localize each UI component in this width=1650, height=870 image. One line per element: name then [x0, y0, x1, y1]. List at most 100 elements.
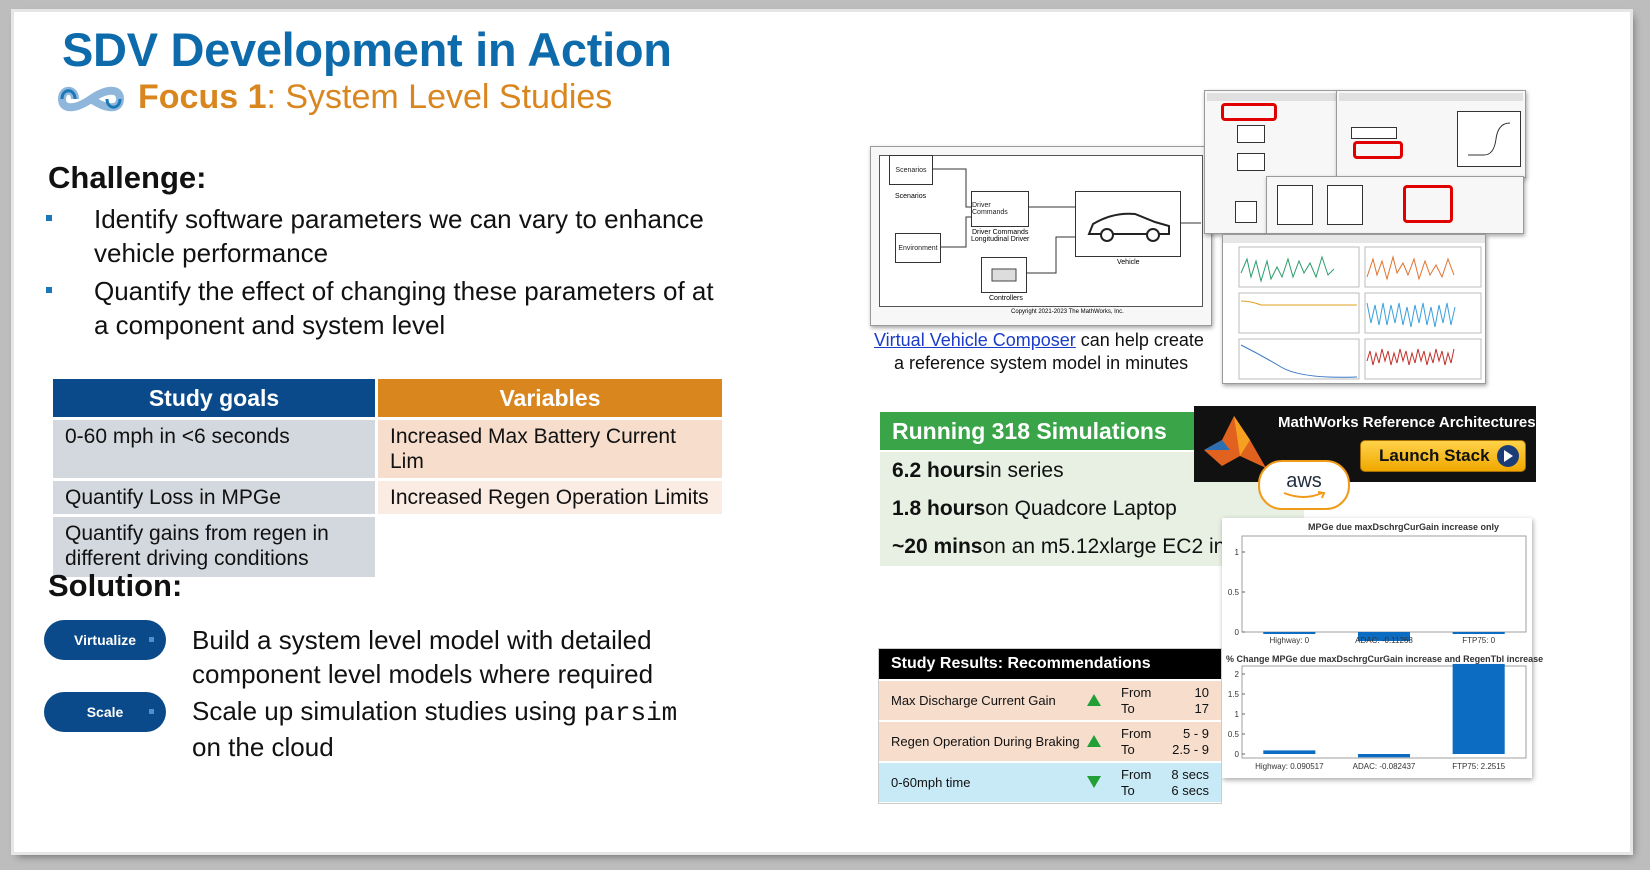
- lookup-table-block: [1457, 111, 1521, 167]
- challenge-bullet-1: Identify software parameters we can vary…: [46, 202, 734, 270]
- sim-row-text: in series: [985, 459, 1064, 482]
- curve-icon: [1468, 122, 1511, 156]
- mathworks-reference-architectures-banner: MathWorks Reference Architectures Launch…: [1194, 406, 1536, 482]
- parsim-code: parsim: [583, 698, 678, 728]
- bar: [1357, 754, 1411, 758]
- challenge-bullet-2-text: Quantify the effect of changing these pa…: [94, 276, 714, 340]
- model-wires: [932, 168, 1201, 274]
- window-titlebar: [1223, 235, 1485, 243]
- aws-badge: aws: [1258, 460, 1350, 510]
- bullet-marker: [46, 287, 52, 293]
- table-cell: [378, 517, 722, 577]
- signal-plots-window: [1222, 234, 1486, 384]
- scale-pill: Scale: [44, 692, 166, 732]
- aws-label: aws: [1286, 470, 1322, 492]
- chart-plot-area: [1241, 535, 1527, 633]
- loop-logo-icon: [58, 86, 124, 112]
- x-tick-label: Highway: 0.090517: [1255, 762, 1324, 771]
- subtitle: Focus 1: System Level Studies: [138, 78, 612, 117]
- y-tick-label: 0.5: [1228, 588, 1240, 597]
- results-header: Study Results: Recommendations: [879, 649, 1221, 679]
- mra-title: MathWorks Reference Architectures: [1278, 414, 1536, 431]
- sim-row-text: on Quadcore Laptop: [985, 497, 1177, 520]
- mpge-bar-charts: 1 0.5 0 Highway: 0 ADAC: -0.11268 FTP75: 0 2 1…: [1228, 535, 1527, 771]
- subsystem-window-2: [1336, 90, 1526, 178]
- results-row: 0-60mph time From To 8 secs 6 secs: [879, 763, 1221, 802]
- chart-2: 2 1.5 1 0.5 0 Highway: 0.090517 ADAC: -0.08243…: [1228, 663, 1527, 771]
- y-tick-label: 0: [1235, 628, 1240, 637]
- down-arrow-icon: [1087, 776, 1101, 788]
- sim-row-bold: 1.8 hours: [892, 497, 986, 520]
- highlight-box: [1353, 141, 1403, 159]
- bar: [1263, 750, 1316, 754]
- x-tick-label: FTP75: 2.2515: [1452, 762, 1505, 771]
- challenge-bullet-1-text: Identify software parameters we can vary…: [94, 204, 704, 268]
- bullet-marker: [46, 215, 52, 221]
- chart-1: 1 0.5 0 Highway: 0 ADAC: -0.11268 FTP75: 0: [1228, 535, 1527, 645]
- slide: SDV Development in Action Focus 1: Syste…: [14, 12, 1630, 852]
- sub-block: [1327, 185, 1363, 225]
- subsystem-window-3: [1266, 176, 1524, 234]
- result-to-value: 2.5 - 9: [1172, 742, 1209, 757]
- x-tick-label: Highway: 0: [1270, 636, 1310, 645]
- solution-heading: Solution:: [48, 568, 183, 603]
- x-tick-label: ADAC: -0.082437: [1353, 762, 1416, 771]
- window-titlebar: [1207, 93, 1337, 101]
- y-tick-label: 0: [1235, 750, 1240, 759]
- study-results-panel: Study Results: Recommendations Max Disch…: [878, 648, 1222, 804]
- up-arrow-icon: [1087, 735, 1101, 747]
- table-header-row: Study goals Variables: [53, 379, 722, 417]
- scale-line-1: Scale up simulation studies using parsim: [192, 694, 677, 730]
- bar: [1263, 632, 1316, 634]
- scale-line-1-text: Scale up simulation studies using: [192, 696, 584, 726]
- result-to-label: To: [1121, 742, 1135, 757]
- highlight-box: [1221, 103, 1277, 121]
- results-row: Max Discharge Current Gain From To 10 17: [879, 681, 1221, 720]
- sim-row-bold: ~20 mins: [892, 535, 983, 558]
- y-tick-label: 1: [1235, 548, 1240, 557]
- page-title: SDV Development in Action: [62, 23, 672, 76]
- virtualize-line-2: component level models where required: [192, 659, 654, 689]
- y-tick-label: 2: [1235, 670, 1240, 679]
- pill-label: Virtualize: [74, 632, 136, 648]
- table-row: Quantify Loss in MPGe Increased Regen Op…: [53, 481, 722, 514]
- result-label: 0-60mph time: [891, 775, 971, 790]
- sub-block: [1235, 201, 1257, 223]
- result-from-label: From: [1121, 685, 1152, 700]
- vvc-caption-line-1: Virtual Vehicle Composer can help create: [874, 330, 1204, 351]
- vehicle-model-screenshot: Scenarios Scenarios Environment Driver C…: [870, 146, 1212, 326]
- results-row: Regen Operation During Braking From To 5 - …: [879, 722, 1221, 761]
- result-to-label: To: [1121, 701, 1135, 716]
- sim-row-bold: 6.2 hours: [892, 459, 986, 482]
- virtualize-line-1: Build a system level model with detailed: [192, 625, 652, 655]
- result-label: Max Discharge Current Gain: [891, 693, 1056, 708]
- table-cell: 0-60 mph in <6 seconds: [53, 420, 375, 478]
- table-cell: Increased Max Battery Current Lim: [378, 420, 722, 478]
- challenge-heading: Challenge:: [48, 160, 207, 195]
- result-from-label: From: [1121, 767, 1152, 782]
- goals-header: Study goals: [53, 379, 375, 417]
- result-to-value: 17: [1194, 701, 1209, 716]
- result-to-label: To: [1121, 783, 1135, 798]
- virtualize-pill: Virtualize: [44, 620, 166, 660]
- play-arrow-icon: [1497, 445, 1519, 467]
- variables-header: Variables: [378, 379, 722, 417]
- launch-stack-label: Launch Stack: [1379, 446, 1490, 465]
- bar: [1452, 632, 1505, 634]
- table-row: 0-60 mph in <6 seconds Increased Max Bat…: [53, 420, 722, 478]
- signal-plots: [1238, 246, 1482, 380]
- result-label: Regen Operation During Braking: [891, 734, 1080, 749]
- table-cell: Increased Regen Operation Limits: [378, 481, 722, 514]
- result-from-value: 8 secs: [1171, 767, 1209, 782]
- y-tick-label: 0.5: [1228, 730, 1240, 739]
- result-to-value: 6 secs: [1171, 783, 1209, 798]
- sub-block: [1277, 185, 1313, 225]
- virtual-vehicle-composer-link[interactable]: Virtual Vehicle Composer: [874, 330, 1076, 350]
- simulations-header: Running 318 Simulations: [880, 412, 1194, 450]
- aws-smile-icon: [1283, 491, 1326, 499]
- virtualize-text: Build a system level model with detailed…: [192, 623, 653, 691]
- launch-stack-button[interactable]: Launch Stack: [1360, 440, 1526, 472]
- study-goals-table: Study goals Variables 0-60 mph in <6 sec…: [50, 376, 725, 580]
- pill-label: Scale: [86, 704, 124, 720]
- sub-block: [1237, 153, 1265, 171]
